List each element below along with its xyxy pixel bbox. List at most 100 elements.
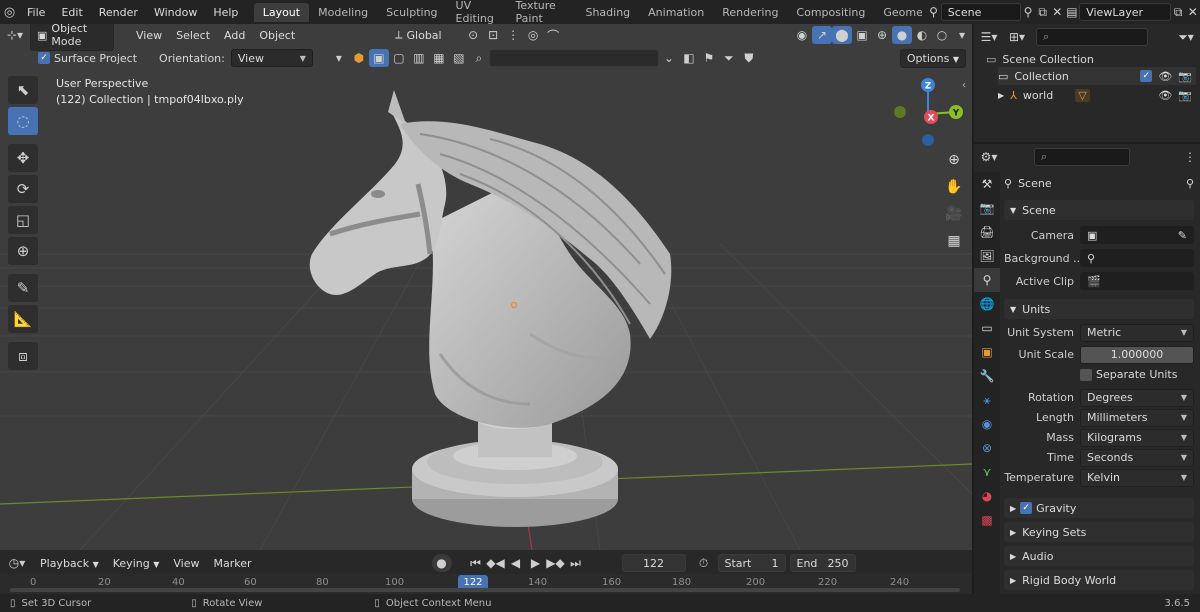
color-picker-icon[interactable]: ⬢ [349, 49, 369, 67]
length-dropdown[interactable]: Millimeters ▼ [1080, 408, 1194, 427]
play-icon[interactable]: ▶ [526, 554, 546, 572]
visibility-icon[interactable]: ◉ [792, 26, 812, 44]
filter-icon[interactable]: ⏷▾ [1172, 28, 1200, 46]
timeline-editor-icon[interactable]: ◷▾ [0, 554, 34, 572]
blender-logo-icon[interactable]: ◎ [0, 3, 19, 21]
orientation-dropdown[interactable]: View ▼ [230, 49, 313, 67]
funnel-icon[interactable]: ⏷ [719, 49, 739, 67]
move-tool[interactable]: ✥ [8, 144, 38, 172]
view-layer-icon[interactable]: ▤ [1065, 3, 1080, 21]
new-view-layer-icon[interactable]: ⧉ [1171, 3, 1186, 21]
constraints-tab-icon[interactable]: ⊗ [974, 436, 1000, 460]
tab-modeling[interactable]: Modeling [309, 3, 377, 22]
pin-icon[interactable]: ⚲ [1021, 3, 1036, 21]
outliner-row-world[interactable]: ▶ ⅄ world ▽ 👁 📷 [998, 86, 1196, 104]
tab-geometry-nodes[interactable]: Geometry Noc [874, 3, 922, 22]
tab-rendering[interactable]: Rendering [713, 3, 787, 22]
unit-scale-field[interactable]: 1.000000 [1080, 345, 1194, 364]
current-frame-field[interactable]: 122 [621, 554, 686, 572]
menu-marker[interactable]: Marker [207, 555, 257, 572]
play-reverse-icon[interactable]: ◀ [506, 554, 526, 572]
tab-layout[interactable]: Layout [253, 2, 310, 22]
snap-icon[interactable]: ⊡ [483, 26, 503, 44]
pan-hand-icon[interactable]: ✋ [942, 175, 966, 199]
expand-arrow-icon[interactable]: ▶ [998, 91, 1004, 100]
start-frame-field[interactable]: Start 1 [717, 554, 786, 572]
remove-scene-icon[interactable]: ✕ [1050, 3, 1065, 21]
modifier-tab-icon[interactable]: 🔧 [974, 364, 1000, 388]
view-layer-tab-icon[interactable]: 🖼 [974, 244, 1000, 268]
view-layer-selector[interactable]: ViewLayer [1079, 3, 1171, 21]
search-icon[interactable]: ⌕ [469, 49, 489, 67]
mode-subtract-icon[interactable]: ▦ [429, 49, 449, 67]
active-clip-field[interactable]: 🎬 [1080, 272, 1194, 290]
bookmark-icon[interactable]: ◧ [679, 49, 699, 67]
camera-icon[interactable]: 📷 [1178, 89, 1192, 102]
menu-help[interactable]: Help [205, 6, 246, 19]
timeline-scrollbar[interactable] [10, 588, 960, 592]
horse-bust-model[interactable] [290, 84, 690, 534]
menu-edit[interactable]: Edit [53, 6, 90, 19]
outliner-row-collection[interactable]: ▭ Collection ✓ 👁 📷 [998, 67, 1196, 85]
annotate-tool[interactable]: ✎ [8, 274, 38, 302]
flag-icon[interactable]: ⚑ [699, 49, 719, 67]
menu-window[interactable]: Window [146, 6, 205, 19]
shading-material-icon[interactable]: ◐ [912, 26, 932, 44]
menu-object[interactable]: Object [253, 27, 301, 44]
camera-view-icon[interactable]: 🎥 [942, 202, 966, 226]
perspective-grid-icon[interactable]: ▦ [942, 229, 966, 253]
zoom-icon[interactable]: ⊕ [942, 148, 966, 172]
3d-viewport[interactable]: ⊹▾ ▣ Object Mode View Select Add Object … [0, 24, 972, 550]
outliner-row-scene-collection[interactable]: ▭ Scene Collection [986, 50, 1196, 68]
falloff-icon[interactable]: ⌒ [543, 26, 563, 44]
mode-extend-icon[interactable]: ▥ [409, 49, 429, 67]
pin-icon[interactable]: ⚲ [1186, 177, 1194, 190]
mode-new-icon[interactable]: ▢ [389, 49, 409, 67]
record-icon[interactable]: ● [431, 554, 452, 572]
scale-tool[interactable]: ◱ [8, 206, 38, 234]
tab-sculpting[interactable]: Sculpting [377, 3, 446, 22]
remove-view-layer-icon[interactable]: ✕ [1185, 3, 1200, 21]
temperature-dropdown[interactable]: Kelvin ▼ [1080, 468, 1194, 487]
surface-project-checkbox[interactable]: ✓ [38, 52, 50, 64]
properties-editor-icon[interactable]: ⚙▾ [974, 148, 1004, 166]
panel-audio-header[interactable]: ▶ Audio [1004, 546, 1194, 566]
filter-icon[interactable]: ⌄ [659, 49, 679, 67]
menu-add[interactable]: Add [218, 27, 251, 44]
scene-tab-icon[interactable]: ⚲ [974, 268, 1000, 292]
shading-rendered-icon[interactable]: ○ [932, 26, 952, 44]
prev-keyframe-icon[interactable]: ◆◀ [486, 554, 506, 572]
jump-start-icon[interactable]: ⏮ [466, 554, 486, 572]
panel-gravity-header[interactable]: ▶ ✓ Gravity [1004, 498, 1194, 518]
snap-target-icon[interactable]: ⋮ [503, 26, 523, 44]
properties-options-icon[interactable]: ⋮ [1180, 148, 1200, 166]
eyedropper-icon[interactable]: ✎ [1178, 229, 1187, 242]
shading-options-icon[interactable]: ▾ [952, 26, 972, 44]
material-tab-icon[interactable]: ◕ [974, 484, 1000, 508]
shield-icon[interactable]: ⛊ [739, 49, 759, 67]
end-frame-field[interactable]: End 250 [789, 554, 856, 572]
texture-tab-icon[interactable]: ▩ [974, 508, 1000, 532]
unit-system-dropdown[interactable]: Metric ▼ [1080, 323, 1194, 342]
stopwatch-icon[interactable]: ⏱ [694, 554, 714, 572]
panel-scene-header[interactable]: ▼ Scene [1004, 200, 1194, 220]
gravity-checkbox[interactable]: ✓ [1020, 502, 1033, 514]
particles-tab-icon[interactable]: ⚹ [974, 388, 1000, 412]
outliner-editor-icon[interactable]: ☰▾ [974, 28, 1004, 46]
transform-tool[interactable]: ⊕ [8, 237, 38, 265]
physics-tab-icon[interactable]: ◉ [974, 412, 1000, 436]
output-tab-icon[interactable]: 🖨 [974, 220, 1000, 244]
cursor-tool[interactable]: ◌ [8, 107, 38, 135]
mode-invert-icon[interactable]: ▧ [449, 49, 469, 67]
data-tab-icon[interactable]: ⋎ [974, 460, 1000, 484]
menu-playback[interactable]: Playback ▼ [34, 555, 105, 572]
select-tool[interactable]: ⬉ [8, 76, 38, 104]
overlay-toggle-icon[interactable]: ⬤ [832, 26, 852, 44]
scene-selector[interactable]: Scene [940, 3, 1021, 21]
shading-solid-icon[interactable]: ● [892, 26, 912, 44]
transform-orientation-selector[interactable]: ⟂ Global [389, 26, 461, 44]
tool-search-input[interactable] [488, 49, 659, 67]
panel-rigid-body-world-header[interactable]: ▶ Rigid Body World [1004, 570, 1194, 590]
add-cube-tool[interactable]: ⧈ [8, 342, 38, 370]
background-field[interactable]: ⚲ [1080, 249, 1194, 267]
